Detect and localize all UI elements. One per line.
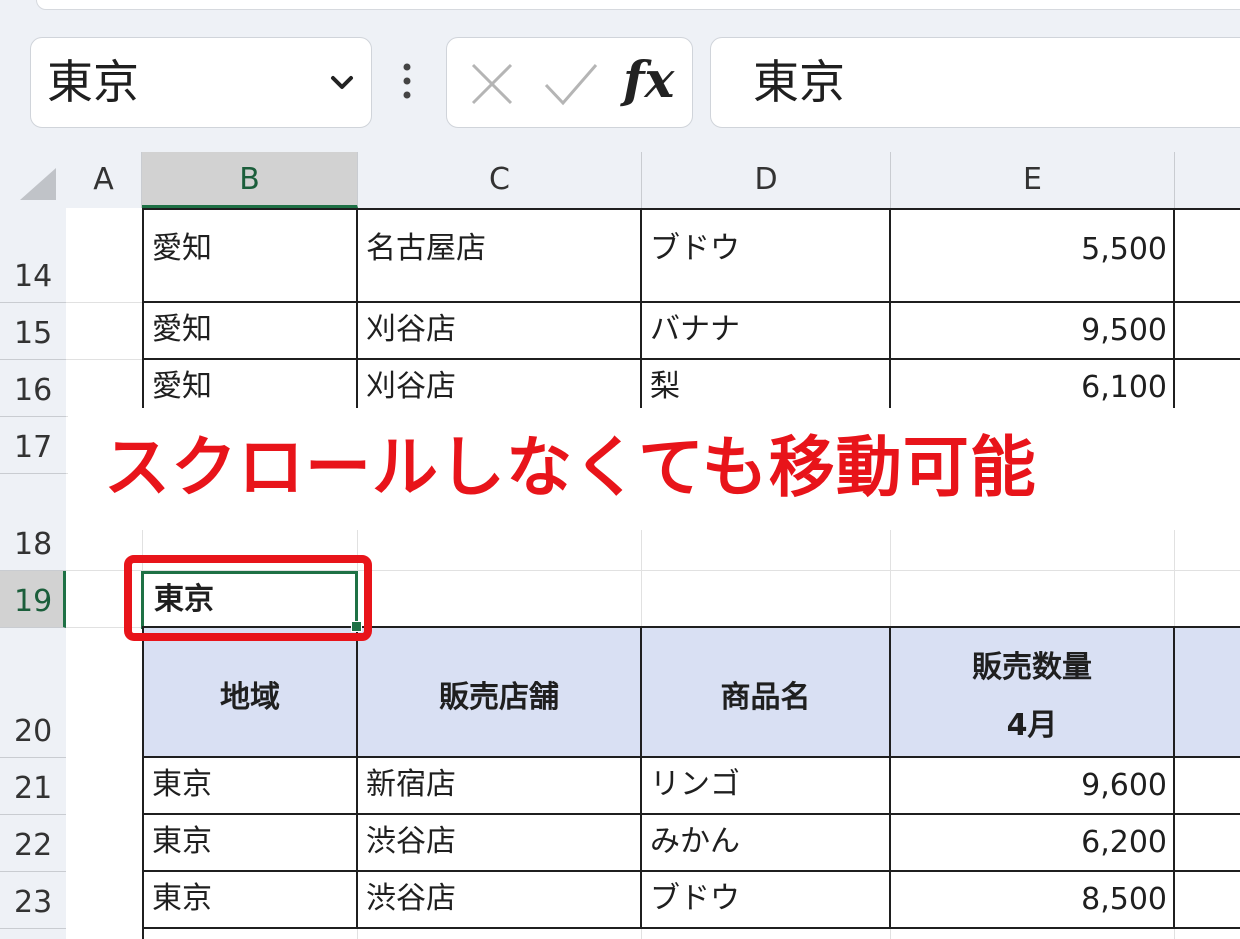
check-icon[interactable] bbox=[543, 61, 599, 107]
table-cell[interactable]: 東京 bbox=[144, 758, 358, 815]
formula-value: 東京 bbox=[753, 55, 845, 109]
table-cell[interactable]: 9,600 bbox=[891, 758, 1175, 815]
row-header-16[interactable]: 16 bbox=[0, 360, 66, 417]
table-cell[interactable] bbox=[1175, 872, 1240, 929]
table-cell[interactable]: バナナ bbox=[642, 303, 891, 360]
table-cell[interactable]: 愛知 bbox=[144, 303, 358, 360]
header-cell-store[interactable]: 販売店舗 bbox=[358, 628, 642, 758]
row-header-21[interactable]: 21 bbox=[0, 758, 66, 815]
formula-input[interactable]: 東京 bbox=[710, 37, 1240, 128]
header-cell-product[interactable]: 商品名 bbox=[642, 628, 891, 758]
table-cell[interactable]: 9,500 bbox=[891, 303, 1175, 360]
spreadsheet-grid[interactable]: A B C D E 14 15 16 17 18 19 20 21 22 23 … bbox=[0, 152, 1240, 939]
row-header-22[interactable]: 22 bbox=[0, 815, 66, 872]
header-cell[interactable] bbox=[1175, 628, 1240, 758]
header-cell-quantity[interactable]: 販売数量 4月 bbox=[891, 628, 1175, 758]
table-cell[interactable]: 5,500 bbox=[891, 210, 1175, 303]
row-header-23[interactable]: 23 bbox=[0, 872, 66, 929]
table-cell[interactable]: ブドウ bbox=[642, 872, 891, 929]
close-icon[interactable] bbox=[469, 61, 515, 107]
table-cell[interactable]: 8,500 bbox=[891, 872, 1175, 929]
table-cell[interactable] bbox=[1175, 303, 1240, 360]
row-header-24[interactable] bbox=[0, 929, 66, 939]
row-header-20[interactable]: 20 bbox=[0, 628, 66, 758]
row-header-15[interactable]: 15 bbox=[0, 303, 66, 360]
table-cell[interactable] bbox=[1175, 815, 1240, 872]
annotation-highlight-box bbox=[124, 555, 372, 641]
table-cell[interactable]: 名古屋店 bbox=[358, 210, 642, 303]
insert-function-icon[interactable]: fx bbox=[623, 48, 674, 112]
select-all-corner[interactable] bbox=[0, 152, 66, 208]
column-header-f[interactable] bbox=[1175, 152, 1240, 208]
table-cell[interactable]: リンゴ bbox=[642, 758, 891, 815]
header-cell-region[interactable]: 地域 bbox=[144, 628, 358, 758]
chevron-down-icon[interactable] bbox=[329, 70, 355, 96]
table-cell[interactable] bbox=[1175, 758, 1240, 815]
table-cell[interactable]: ブドウ bbox=[642, 210, 891, 303]
formula-bar-area: 東京 fx 東京 bbox=[0, 0, 1240, 152]
table-cell[interactable]: 東京 bbox=[144, 815, 358, 872]
column-header-b[interactable]: B bbox=[142, 152, 358, 208]
name-box-value: 東京 bbox=[47, 55, 139, 109]
formula-buttons: fx bbox=[446, 37, 693, 128]
table-cell[interactable]: 6,200 bbox=[891, 815, 1175, 872]
select-all-icon bbox=[20, 168, 56, 200]
row-header-17[interactable]: 17 bbox=[0, 417, 66, 474]
table-cell[interactable]: 東京 bbox=[144, 872, 358, 929]
table-cell[interactable]: みかん bbox=[642, 815, 891, 872]
table-cell[interactable]: 新宿店 bbox=[358, 758, 642, 815]
column-header-d[interactable]: D bbox=[642, 152, 891, 208]
column-header-a[interactable]: A bbox=[66, 152, 142, 208]
name-box[interactable]: 東京 bbox=[30, 37, 372, 128]
table-cell[interactable]: 愛知 bbox=[144, 210, 358, 303]
more-options-icon[interactable] bbox=[400, 62, 414, 102]
ribbon-bottom-edge bbox=[36, 0, 1240, 10]
column-header-e[interactable]: E bbox=[891, 152, 1175, 208]
table-cell[interactable]: 刈谷店 bbox=[358, 303, 642, 360]
table-cell[interactable] bbox=[1175, 210, 1240, 303]
row-header-19[interactable]: 19 bbox=[0, 571, 66, 628]
table-cell[interactable]: 渋谷店 bbox=[358, 815, 642, 872]
annotation-text: スクロールしなくても移動可能 bbox=[104, 429, 1037, 506]
column-header-c[interactable]: C bbox=[358, 152, 642, 208]
table-cell[interactable]: 渋谷店 bbox=[358, 872, 642, 929]
row-header-14[interactable]: 14 bbox=[0, 208, 66, 303]
row-header-18[interactable]: 18 bbox=[0, 474, 66, 571]
